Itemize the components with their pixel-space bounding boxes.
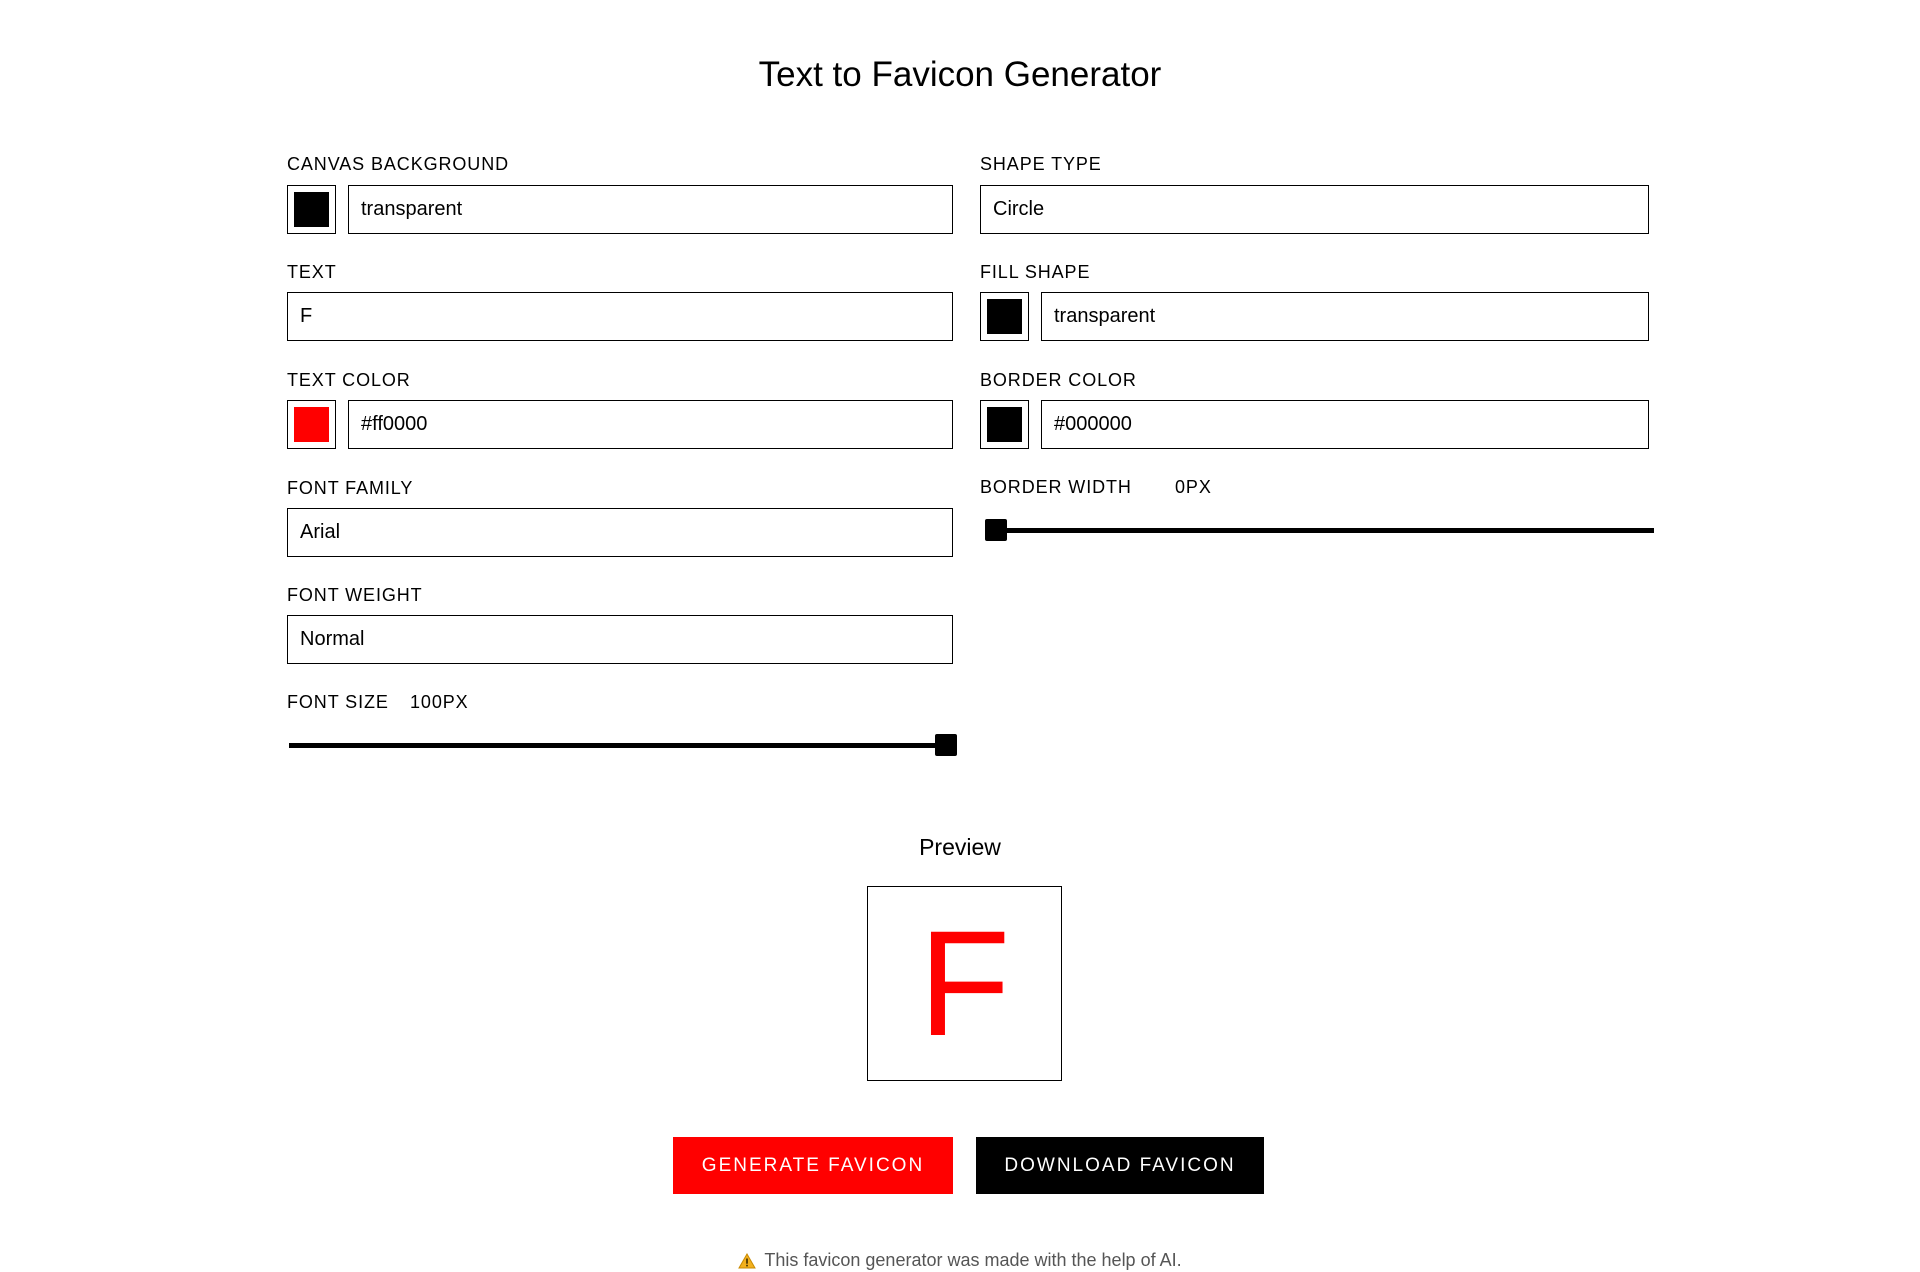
text-color-input[interactable]: #ff0000 (348, 400, 953, 449)
text-color-swatch (294, 407, 329, 442)
font-weight-label: Font Weight (287, 585, 423, 605)
border-color-label: Border Color (980, 370, 1137, 390)
font-size-slider-thumb[interactable] (935, 734, 957, 756)
font-size-value: 100PX (410, 692, 469, 712)
shape-type-label: Shape Type (980, 154, 1102, 174)
font-weight-select[interactable]: Normal (287, 615, 953, 664)
warning-icon (738, 1253, 757, 1269)
shape-type-select[interactable]: Circle (980, 185, 1649, 234)
text-label: Text (287, 262, 337, 282)
fill-shape-swatch (987, 299, 1022, 334)
download-favicon-button[interactable]: Download Favicon (976, 1137, 1264, 1194)
border-width-slider-thumb[interactable] (985, 519, 1007, 541)
canvas-background-label: Canvas Background (287, 154, 510, 174)
canvas-background-swatch (294, 192, 329, 227)
text-color-label: Text Color (287, 370, 411, 390)
font-size-slider[interactable] (289, 734, 957, 756)
border-color-input[interactable]: #000000 (1041, 400, 1649, 449)
font-size-label: Font Size (287, 692, 389, 712)
font-family-select[interactable]: Arial (287, 508, 953, 557)
canvas-background-input[interactable]: transparent (348, 185, 953, 234)
text-input[interactable]: F (287, 292, 953, 341)
fill-shape-label: Fill Shape (980, 262, 1091, 282)
page-title: Text to Favicon Generator (758, 55, 1162, 94)
fill-shape-color-picker[interactable] (980, 292, 1029, 341)
text-color-picker[interactable] (287, 400, 336, 449)
font-family-label: Font Family (287, 478, 414, 498)
generate-favicon-button[interactable]: Generate Favicon (673, 1137, 953, 1194)
border-width-label: Border Width (980, 477, 1132, 497)
border-width-slider[interactable] (985, 519, 1654, 541)
border-width-value: 0PX (1175, 477, 1212, 497)
canvas-background-color-picker[interactable] (287, 185, 336, 234)
border-color-picker[interactable] (980, 400, 1029, 449)
preview-letter: F (918, 899, 1011, 1067)
border-color-swatch (987, 407, 1022, 442)
preview-canvas: F (867, 886, 1062, 1081)
preview-heading: Preview (919, 834, 1001, 860)
footer-note: This favicon generator was made with the… (0, 1249, 1920, 1271)
fill-shape-input[interactable]: transparent (1041, 292, 1649, 341)
favicon-generator-page: Text to Favicon Generator Canvas Backgro… (0, 0, 1920, 1272)
footer-text: This favicon generator was made with the… (764, 1250, 1182, 1270)
